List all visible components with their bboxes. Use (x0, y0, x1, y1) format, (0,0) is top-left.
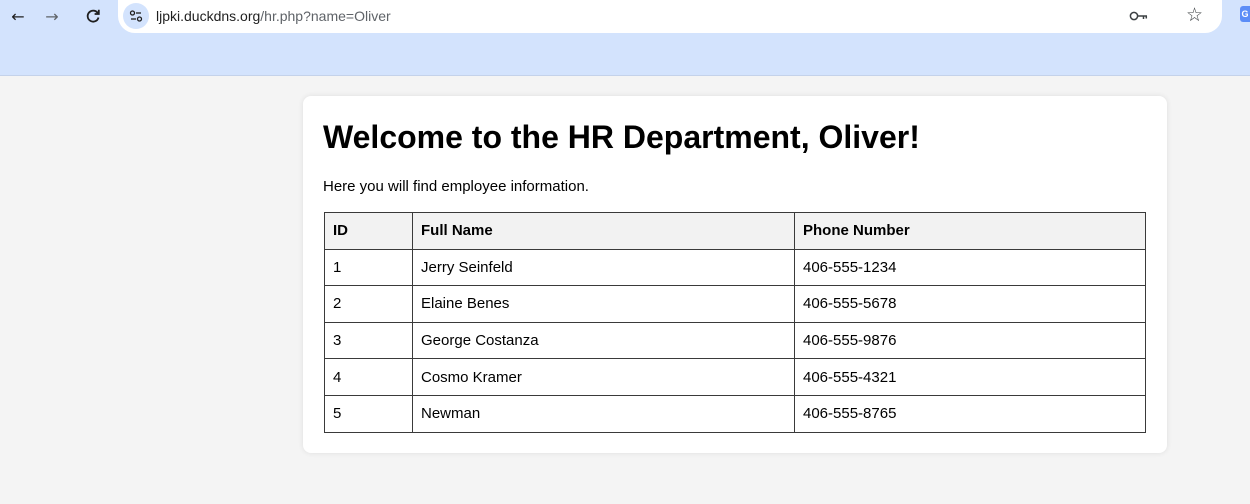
cell-phone: 406-555-5678 (794, 285, 1146, 323)
cell-full-name: George Costanza (412, 321, 795, 360)
header-id: ID (324, 212, 413, 250)
cell-full-name: Elaine Benes (412, 285, 795, 323)
table-header-row: ID Full Name Phone Number (324, 212, 1146, 250)
star-icon[interactable]: ☆ (1186, 4, 1203, 26)
cell-phone: 406-555-1234 (794, 248, 1146, 287)
header-phone-number: Phone Number (794, 212, 1146, 250)
intro-text: Here you will find employee information. (323, 178, 589, 195)
cell-full-name: Jerry Seinfeld (412, 248, 795, 287)
table-row: 1 Jerry Seinfeld 406-555-1234 (324, 248, 1146, 287)
page-title: Welcome to the HR Department, Oliver! (323, 119, 920, 155)
cell-id: 1 (324, 248, 413, 287)
cell-phone: 406-555-9876 (794, 321, 1146, 360)
cell-id: 3 (324, 321, 413, 360)
address-bar[interactable]: ljpki.duckdns.org/hr.php?name=Oliver ☆ (118, 0, 1222, 33)
cell-id: 5 (324, 394, 413, 433)
extension-icon[interactable]: G (1240, 6, 1250, 22)
back-arrow-icon[interactable]: ← (5, 3, 31, 29)
reload-icon-glyph (86, 9, 100, 23)
header-full-name: Full Name (412, 212, 795, 250)
cell-id: 2 (324, 285, 413, 323)
cell-full-name: Newman (412, 394, 795, 433)
table-row: 3 George Costanza 406-555-9876 (324, 321, 1146, 360)
site-info-icon[interactable] (123, 3, 149, 29)
table-row: 2 Elaine Benes 406-555-5678 (324, 285, 1146, 323)
browser-toolbar: ← → ljpki.duckdns.org/hr.php?name=Oliver (0, 0, 1250, 76)
key-icon[interactable] (1128, 6, 1150, 26)
cell-id: 4 (324, 358, 413, 396)
reload-icon[interactable] (80, 3, 106, 29)
url-text[interactable]: ljpki.duckdns.org/hr.php?name=Oliver (156, 8, 391, 24)
cell-phone: 406-555-4321 (794, 358, 1146, 396)
table-row: 5 Newman 406-555-8765 (324, 394, 1146, 433)
url-path: /hr.php?name=Oliver (260, 8, 391, 24)
content-card: Welcome to the HR Department, Oliver! He… (303, 96, 1167, 453)
table-row: 4 Cosmo Kramer 406-555-4321 (324, 358, 1146, 396)
url-domain: ljpki.duckdns.org (156, 8, 261, 24)
employee-table: ID Full Name Phone Number 1 Jerry Seinfe… (324, 212, 1146, 433)
forward-arrow-icon[interactable]: → (39, 3, 65, 29)
cell-phone: 406-555-8765 (794, 394, 1146, 433)
cell-full-name: Cosmo Kramer (412, 358, 795, 396)
